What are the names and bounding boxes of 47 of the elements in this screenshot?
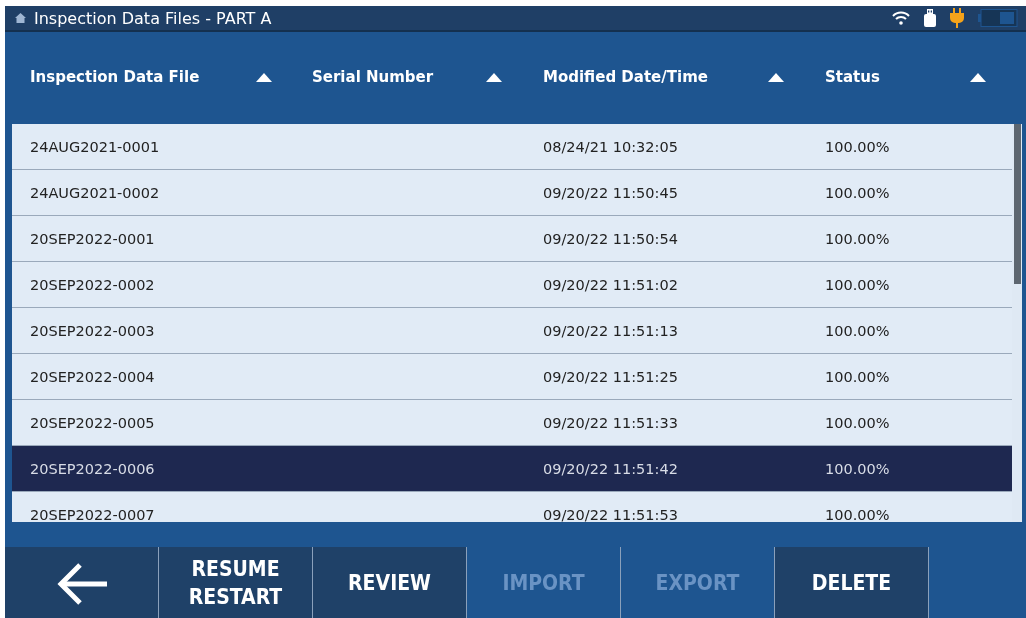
table-cell-text: 100.00% (825, 414, 891, 431)
sort-arrow-icon (256, 72, 272, 82)
wifi-icon (892, 11, 910, 25)
table-cell-text: 20SEP2022-0002 (29, 276, 156, 293)
table-cell-text: 20SEP2022-0006 (29, 460, 156, 477)
table-cell-text: 100.00% (825, 506, 891, 522)
home-icon (15, 13, 26, 23)
toolbar-button[interactable]: DELETE (775, 547, 929, 618)
table-cell-text: 24AUG2021-0002 (29, 184, 161, 201)
scrollbar-thumb[interactable] (1014, 124, 1021, 284)
column-header[interactable]: Modified Date/Time (543, 68, 825, 86)
table-cell-text: 09/20/22 11:51:13 (543, 322, 679, 339)
table-cell-text: 100.00% (825, 138, 891, 155)
toolbar-button[interactable]: RESUME RESTART (159, 547, 313, 618)
table-cell-text: 100.00% (825, 322, 891, 339)
table-cell-text: 20SEP2022-0004 (29, 368, 156, 385)
table-cell-text: 09/20/22 11:51:53 (543, 506, 679, 522)
table-cell-text: 20SEP2022-0005 (29, 414, 156, 431)
column-header[interactable]: Serial Number (312, 68, 543, 86)
back-button[interactable] (5, 547, 159, 618)
table-cell-text: 09/20/22 11:51:42 (543, 460, 679, 477)
sort-arrow-icon (970, 72, 986, 82)
table-cell-text: 100.00% (825, 460, 891, 477)
toolbar-button[interactable]: REVIEW (313, 547, 467, 618)
table-cell-text: 20SEP2022-0007 (29, 506, 156, 522)
battery-icon (978, 9, 1018, 27)
table-cell-text: 100.00% (825, 230, 891, 247)
sort-arrow-icon (486, 72, 502, 82)
sort-arrow-icon (768, 72, 784, 82)
usb-icon (924, 9, 936, 27)
window-title: Inspection Data Files - PART A (34, 8, 273, 28)
table-cell-text: 09/20/22 11:50:54 (543, 230, 679, 247)
table-cell-text: 09/20/22 11:51:25 (543, 368, 679, 385)
table-cell-text: 100.00% (825, 276, 891, 293)
column-header[interactable]: Inspection Data File (12, 68, 312, 86)
table-cell-text: 09/20/22 11:51:02 (543, 276, 679, 293)
table-cell-text: 09/20/22 11:51:33 (543, 414, 679, 431)
table-cell-text: 20SEP2022-0001 (29, 230, 156, 247)
plug-icon (950, 8, 964, 28)
table-row[interactable]: 20SEP2022-0006 09/20/22 11:51:42 100.00% (12, 446, 1012, 492)
column-header[interactable]: Status (825, 68, 1022, 86)
table-cell-text: 08/24/21 10:32:05 (543, 138, 679, 155)
table-cell-text: 100.00% (825, 368, 891, 385)
table-cell-text: 20SEP2022-0003 (29, 322, 156, 339)
table-cell-text: 100.00% (825, 184, 891, 201)
table-cell-text: 24AUG2021-0001 (29, 138, 161, 155)
table-cell-text: 09/20/22 11:50:45 (543, 184, 679, 201)
